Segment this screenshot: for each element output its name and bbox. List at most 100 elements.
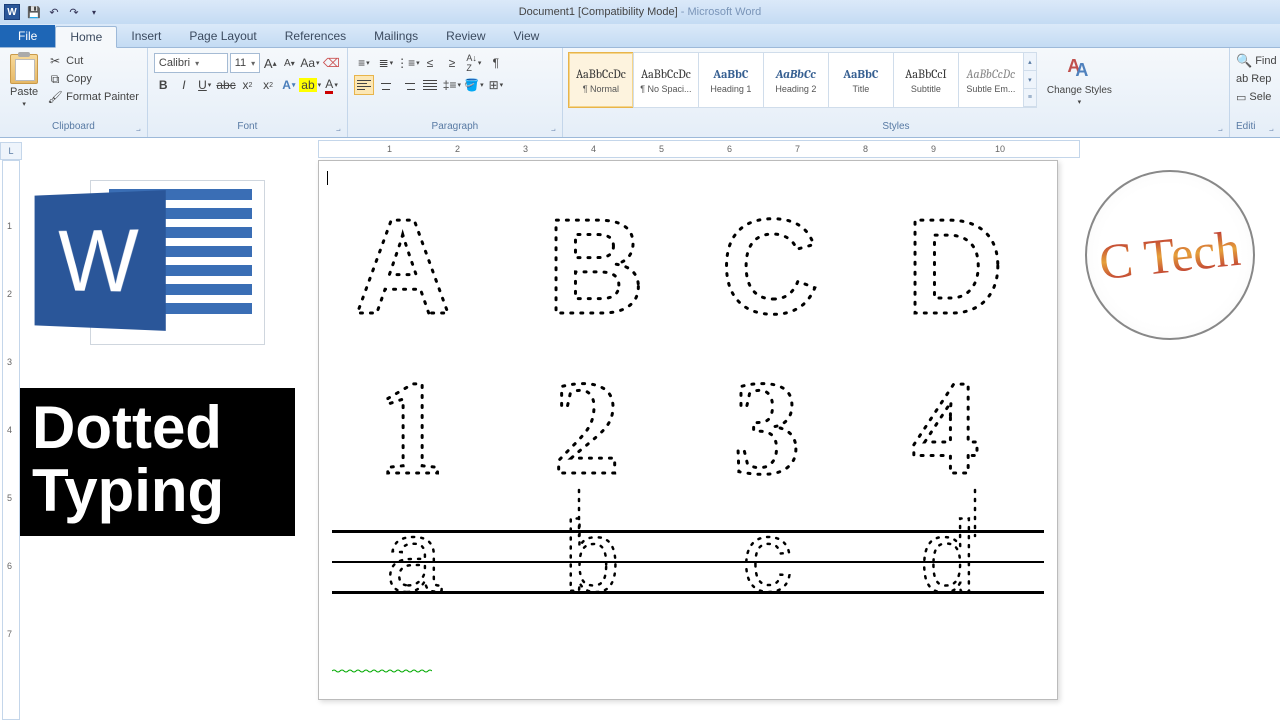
tab-references[interactable]: References (271, 25, 360, 47)
styles-gallery: AaBbCcDc¶ Normal AaBbCcDc¶ No Spaci... A… (569, 52, 1037, 121)
trace-letter-c: c (717, 526, 837, 646)
tab-mailings[interactable]: Mailings (360, 25, 432, 47)
underline-button[interactable]: U (195, 75, 214, 95)
align-left-button[interactable] (354, 75, 374, 95)
qat-redo-button[interactable]: ↷ (65, 3, 83, 21)
replace-button[interactable]: abRep (1236, 70, 1274, 88)
scissors-icon: ✂ (48, 54, 62, 68)
style-heading-1[interactable]: AaBbCHeading 1 (698, 52, 764, 108)
spelling-squiggle (332, 669, 432, 673)
highlight-button[interactable]: ab (300, 75, 320, 95)
tracing-area: a b c d (332, 530, 1044, 678)
font-color-button[interactable]: A (322, 75, 341, 95)
superscript-button[interactable]: x2 (259, 75, 278, 95)
style-normal[interactable]: AaBbCcDc¶ Normal (568, 52, 634, 108)
tab-review[interactable]: Review (432, 25, 499, 47)
find-button[interactable]: 🔍Find (1236, 52, 1274, 70)
svg-text:B: B (547, 195, 645, 342)
copy-button[interactable]: ⧉Copy (46, 70, 141, 88)
tab-page-layout[interactable]: Page Layout (175, 25, 270, 47)
window-title: Document1 [Compatibility Mode] - Microso… (519, 6, 762, 18)
shading-button[interactable]: 🪣 (464, 75, 484, 95)
video-caption: Dotted Typing (20, 388, 295, 536)
svg-text:a: a (386, 501, 442, 613)
group-label-paragraph: Paragraph (354, 121, 556, 135)
trace-letter-b: b (539, 526, 659, 646)
trace-letter-a: a (361, 526, 481, 646)
ribbon-tabs: File Home Insert Page Layout References … (0, 24, 1280, 48)
find-icon: 🔍 (1236, 53, 1252, 69)
subscript-button[interactable]: x2 (238, 75, 257, 95)
style-title[interactable]: AaBbCTitle (828, 52, 894, 108)
style-heading-2[interactable]: AaBbCcHeading 2 (763, 52, 829, 108)
grow-font-button[interactable]: A▴ (262, 53, 279, 73)
multilevel-button[interactable]: ⋮≡ (398, 53, 418, 73)
tab-selector[interactable]: L (0, 142, 22, 160)
group-font: Calibri 11 A▴ A▾ Aa ⌫ B I U abc x2 x2 A … (148, 48, 348, 137)
group-editing: 🔍Find abRep ▭Sele Editi (1230, 48, 1280, 137)
text-effects-button[interactable]: A (279, 75, 298, 95)
group-clipboard: Paste ▾ ✂Cut ⧉Copy 🖌Format Painter Clipb… (0, 48, 148, 137)
qat-save-button[interactable]: 💾 (25, 3, 43, 21)
bold-button[interactable]: B (154, 75, 173, 95)
numbering-button[interactable]: ≣ (376, 53, 396, 73)
line-spacing-button[interactable]: ‡≡ (442, 75, 462, 95)
horizontal-ruler[interactable]: 12345678910 (318, 140, 1080, 158)
qat-undo-button[interactable]: ↶ (45, 3, 63, 21)
dotted-number-3: 3 (703, 355, 853, 505)
dotted-number-4: 4 (884, 355, 1034, 505)
bullets-button[interactable]: ≡ (354, 53, 374, 73)
select-button[interactable]: ▭Sele (1236, 88, 1274, 106)
borders-button[interactable]: ⊞ (486, 75, 506, 95)
vertical-ruler[interactable]: 1234567 (2, 160, 20, 720)
shrink-font-button[interactable]: A▾ (281, 53, 298, 73)
styles-gallery-expand[interactable]: ▴▾≡ (1023, 52, 1037, 108)
tab-insert[interactable]: Insert (117, 25, 175, 47)
qat-customize-button[interactable]: ▾ (85, 3, 103, 21)
group-label-clipboard: Clipboard (6, 121, 141, 135)
increase-indent-button[interactable]: ≥ (442, 53, 462, 73)
svg-text:c: c (742, 501, 792, 613)
style-subtle-emphasis[interactable]: AaBbCcDcSubtle Em... (958, 52, 1024, 108)
sort-button[interactable]: A↓Z (464, 53, 484, 73)
svg-text:2: 2 (553, 355, 621, 503)
change-styles-icon (1065, 54, 1093, 84)
app-name: Microsoft Word (688, 6, 762, 18)
clear-formatting-button[interactable]: ⌫ (322, 53, 341, 73)
strikethrough-button[interactable]: abc (216, 75, 236, 95)
dotted-letter-c: C (703, 195, 853, 345)
ruler-area: L 12345678910 (0, 140, 1280, 158)
copy-icon: ⧉ (48, 72, 62, 86)
document-page[interactable]: A B C D 1 2 3 4 a b c d (318, 160, 1058, 700)
trace-letter-d: d (895, 526, 1015, 646)
format-painter-button[interactable]: 🖌Format Painter (46, 88, 141, 106)
svg-text:A: A (354, 195, 452, 342)
group-styles: AaBbCcDc¶ Normal AaBbCcDc¶ No Spaci... A… (563, 48, 1230, 137)
tab-home[interactable]: Home (55, 26, 117, 48)
cut-button[interactable]: ✂Cut (46, 52, 141, 70)
dotted-letter-a: A (342, 195, 492, 345)
text-cursor (327, 171, 328, 185)
replace-icon: ab (1236, 73, 1248, 85)
align-right-button[interactable] (398, 75, 418, 95)
word-logo-tile: W (35, 190, 166, 331)
style-subtitle[interactable]: AaBbCcISubtitle (893, 52, 959, 108)
paste-label: Paste (10, 86, 38, 98)
change-case-button[interactable]: Aa (300, 53, 320, 73)
font-name-combo[interactable]: Calibri (154, 53, 228, 73)
svg-text:d: d (920, 501, 976, 613)
paste-button[interactable]: Paste ▾ (6, 52, 42, 121)
tab-view[interactable]: View (500, 25, 554, 47)
show-marks-button[interactable]: ¶ (486, 53, 506, 73)
word-logo-overlay: W (30, 175, 270, 350)
decrease-indent-button[interactable]: ≤ (420, 53, 440, 73)
italic-button[interactable]: I (175, 75, 194, 95)
align-center-button[interactable] (376, 75, 396, 95)
font-size-combo[interactable]: 11 (230, 53, 260, 73)
dotted-number-2: 2 (523, 355, 673, 505)
change-styles-button[interactable]: Change Styles ▾ (1041, 52, 1118, 121)
align-justify-button[interactable] (420, 75, 440, 95)
tab-file[interactable]: File (0, 25, 55, 47)
dotted-number-1: 1 (342, 355, 492, 505)
style-no-spacing[interactable]: AaBbCcDc¶ No Spaci... (633, 52, 699, 108)
